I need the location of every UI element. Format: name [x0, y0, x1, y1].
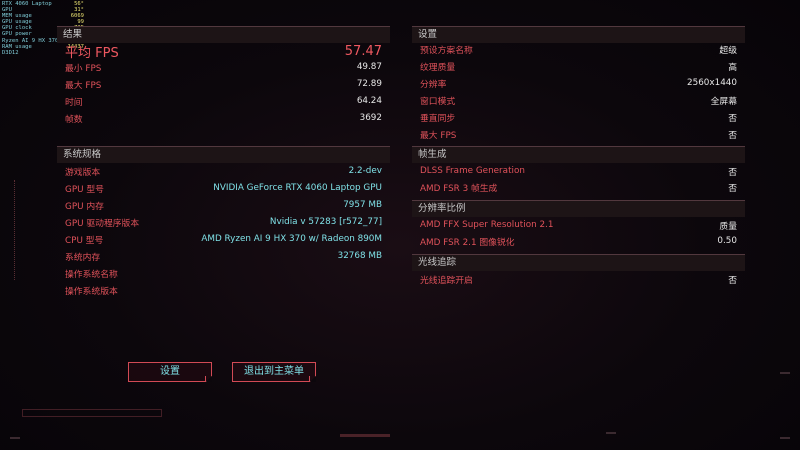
setting-row: 纹理质量高: [420, 62, 737, 73]
side-decoration: [14, 180, 18, 280]
bottom-left-decoration: [22, 409, 162, 417]
framegen-row: DLSS Frame Generation 否: [420, 166, 737, 178]
corner-mark: [606, 432, 616, 438]
resolution-scaling-header: 分辨率比例: [412, 200, 745, 217]
system-specs-header: 系统规格: [57, 146, 390, 163]
exit-to-main-menu-button[interactable]: 退出到主菜单: [232, 362, 316, 382]
system-specs-panel: 系统规格 游戏版本 2.2-dev GPU 型号 NVIDIA GeForce RT…: [57, 146, 390, 298]
corner-mark: [780, 372, 790, 378]
bottom-center-decoration: [340, 434, 390, 437]
settings-panel: 设置 预设方案名称 超级 纹理质量高 分辨率 2560x1440 窗口模式 全屏幕 垂…: [412, 26, 745, 144]
frame-generation-panel: 帧生成 DLSS Frame Generation 否 AMD FSR 3 帧生成…: [412, 146, 745, 196]
ray-tracing-header: 光线追踪: [412, 254, 745, 271]
frame-generation-header: 帧生成: [412, 146, 745, 163]
result-row: 帧数 3692: [65, 113, 382, 125]
corner-mark: [780, 437, 790, 443]
setting-row: 垂直同步否: [420, 113, 737, 124]
spec-row: GPU 驱动程序版本 Nvidia v 57283 [r572_77]: [65, 217, 382, 229]
setting-row: 窗口模式 全屏幕: [420, 96, 737, 107]
ray-tracing-panel: 光线追踪 光线追踪开启否: [412, 254, 745, 288]
result-row: 时间 64.24: [65, 96, 382, 108]
spec-row: GPU 型号 NVIDIA GeForce RTX 4060 Laptop GPU: [65, 183, 382, 195]
raytracing-row: 光线追踪开启否: [420, 275, 737, 286]
spec-row: 游戏版本 2.2-dev: [65, 166, 382, 178]
spec-row: 系统内存 32768 MB: [65, 251, 382, 263]
result-row: 最大 FPS 72.89: [65, 79, 382, 91]
resolution-scaling-panel: 分辨率比例 AMD FFX Super Resolution 2.1 质量 AMD…: [412, 200, 745, 250]
spec-row: CPU 型号 AMD Ryzen AI 9 HX 370 w/ Radeon 89…: [65, 234, 382, 246]
settings-button[interactable]: 设置: [128, 362, 212, 382]
spec-row: 操作系统名称: [65, 269, 118, 280]
results-panel: 结果 平均 FPS 57.47 最小 FPS 49.87 最大 FPS 72.8…: [57, 26, 390, 126]
avg-fps-value: 57.47: [344, 43, 382, 59]
avg-fps-row: 平均 FPS 57.47: [65, 41, 382, 61]
spec-row: 操作系统版本: [65, 286, 118, 297]
scaling-row: AMD FFX Super Resolution 2.1 质量: [420, 220, 737, 232]
spec-row: GPU 内存 7957 MB: [65, 200, 382, 212]
setting-row: 最大 FPS 否: [420, 130, 737, 141]
setting-row: 分辨率 2560x1440: [420, 78, 737, 90]
avg-fps-label: 平均 FPS: [65, 45, 119, 61]
result-row: 最小 FPS 49.87: [65, 62, 382, 74]
setting-row: 预设方案名称 超级: [420, 45, 737, 56]
corner-mark: [10, 437, 20, 443]
scaling-row: AMD FSR 2.1 图像锐化 0.50: [420, 236, 737, 248]
framegen-row: AMD FSR 3 帧生成否: [420, 183, 737, 194]
